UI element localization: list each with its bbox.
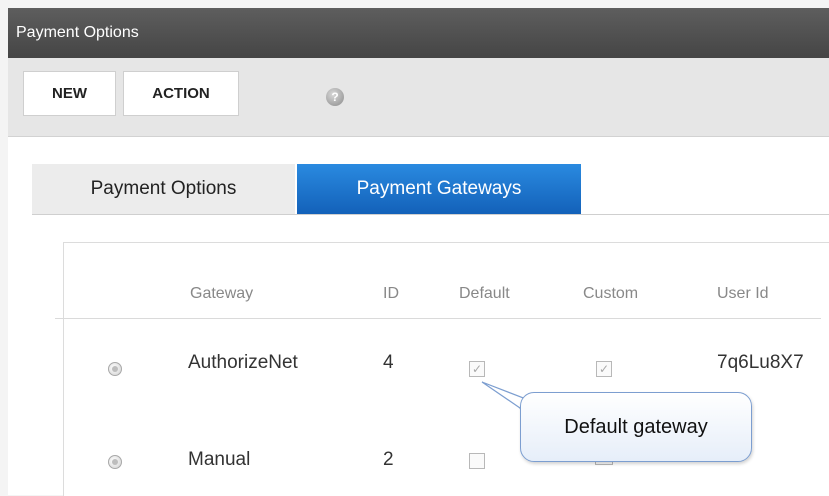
column-header-custom[interactable]: Custom <box>583 284 638 304</box>
gateway-id: 2 <box>383 449 394 470</box>
new-button[interactable]: NEW <box>23 71 116 116</box>
tab-payment-options[interactable]: Payment Options <box>32 164 295 214</box>
row-select-radio[interactable] <box>108 455 122 469</box>
column-header-user-id[interactable]: User Id <box>717 284 769 304</box>
gateway-name: Manual <box>188 449 251 470</box>
tab-payment-gateways[interactable]: Payment Gateways <box>297 164 581 214</box>
column-header-default[interactable]: Default <box>459 284 510 304</box>
custom-checkbox[interactable]: ✓ <box>596 361 612 377</box>
header-divider <box>55 318 821 319</box>
tab-divider <box>32 214 829 215</box>
gateway-id: 4 <box>383 352 394 373</box>
window-title: Payment Options <box>8 8 829 58</box>
action-button[interactable]: ACTION <box>123 71 239 116</box>
column-header-gateway[interactable]: Gateway <box>190 284 253 304</box>
default-checkbox[interactable]: ✓ <box>469 361 485 377</box>
default-checkbox[interactable] <box>469 453 485 469</box>
row-select-radio[interactable] <box>108 362 122 376</box>
default-gateway-tooltip: Default gateway <box>520 392 752 462</box>
toolbar: NEW ACTION ? <box>8 58 829 137</box>
gateway-user-id: 7q6Lu8X7 <box>717 352 804 373</box>
column-header-id[interactable]: ID <box>383 284 399 304</box>
gateway-name: AuthorizeNet <box>188 352 298 373</box>
help-icon[interactable]: ? <box>326 88 344 106</box>
